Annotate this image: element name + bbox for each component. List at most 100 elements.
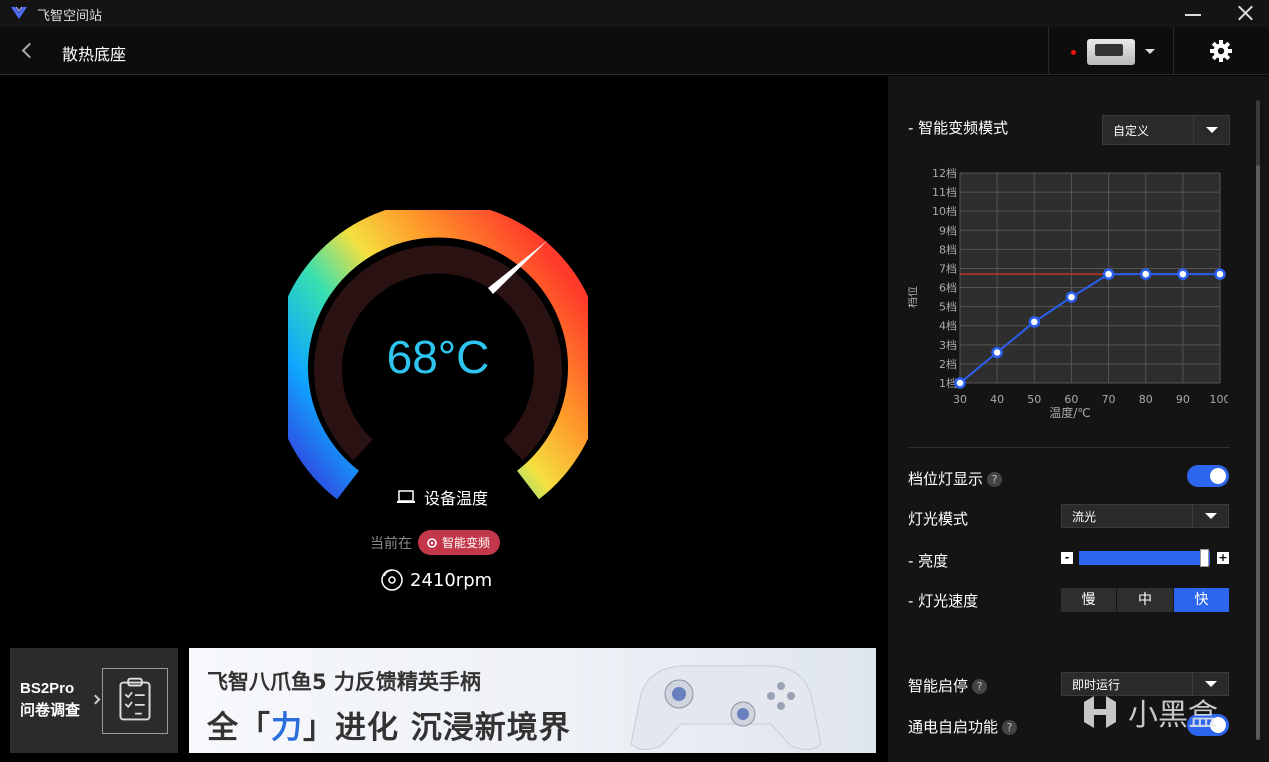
brightness-slider[interactable] <box>1079 551 1210 565</box>
y-tick-label: 7档 <box>939 261 957 275</box>
y-axis-label: 档位 <box>908 286 919 308</box>
survey-banner[interactable]: BS2Pro 问卷调查 <box>10 648 178 753</box>
indicator-light-toggle[interactable] <box>1187 465 1229 487</box>
fan-icon <box>381 569 403 591</box>
gamepad-image <box>630 665 822 750</box>
y-tick-label: 5档 <box>939 300 957 314</box>
light-mode-dropdown[interactable]: 流光 <box>1061 504 1229 528</box>
chevron-down-icon <box>1193 116 1229 144</box>
smart-mode-title: - 智能变频模式 <box>908 119 1009 137</box>
ad-slogan: 全「力」进化 沉浸新境界 <box>207 702 571 747</box>
smart-mode-dropdown[interactable]: 自定义 <box>1102 115 1230 145</box>
panel-scrollbar-thumb[interactable] <box>1256 165 1260 740</box>
curve-point-handle[interactable] <box>1065 291 1078 303</box>
x-tick-label: 80 <box>1139 393 1153 406</box>
clipboard-icon <box>102 668 168 734</box>
light-speed-label: - 灯光速度 <box>908 592 979 610</box>
device-thumbnail-icon <box>1087 39 1135 65</box>
mode-badge: 智能变频 <box>418 530 501 555</box>
speed-fast-button[interactable]: 快 <box>1174 588 1229 612</box>
speed-slow-button[interactable]: 慢 <box>1061 588 1116 612</box>
speed-medium-button[interactable]: 中 <box>1117 588 1173 612</box>
app-title: 飞智空间站 <box>37 9 103 24</box>
help-icon[interactable]: ? <box>972 679 988 694</box>
y-tick-label: 8档 <box>939 242 957 256</box>
current-mode: 当前在 智能变频 <box>370 530 501 555</box>
y-tick-label: 9档 <box>939 223 957 237</box>
close-button[interactable] <box>1232 2 1258 24</box>
indicator-light-label: 档位灯显示? <box>908 468 1003 489</box>
y-tick-label: 12档 <box>932 166 957 180</box>
minimize-button[interactable] <box>1180 2 1206 24</box>
gauge-label-text: 设备温度 <box>424 489 489 508</box>
brightness-slider-handle[interactable] <box>1200 549 1209 567</box>
indicator-light-text: 档位灯显示 <box>908 470 984 488</box>
survey-subtitle: 问卷调查 <box>20 702 81 719</box>
heybox-logo-icon <box>1084 696 1116 728</box>
curve-point-handle[interactable] <box>1214 268 1226 280</box>
app-logo-icon <box>11 6 27 19</box>
ad-slogan-highlight: 力 <box>271 710 303 746</box>
watermark: 小黑盒 <box>1080 690 1218 734</box>
curve-point-handle[interactable] <box>954 377 966 389</box>
y-tick-label: 10档 <box>932 204 957 218</box>
ad-slogan-pre: 全「 <box>207 710 271 746</box>
y-tick-label: 2档 <box>939 357 957 371</box>
smart-start-text: 智能启停 <box>908 677 969 695</box>
x-tick-label: 100 <box>1210 393 1229 406</box>
x-tick-label: 90 <box>1176 393 1190 406</box>
ad-slogan-post: 」进化 沉浸新境界 <box>303 710 571 746</box>
help-icon[interactable]: ? <box>987 472 1003 487</box>
back-button[interactable] <box>14 39 42 63</box>
brightness-increase-button[interactable]: + <box>1217 552 1229 564</box>
page-header: 散热底座 <box>0 27 1269 75</box>
y-tick-label: 3档 <box>939 338 957 352</box>
chevron-right-icon <box>90 694 101 705</box>
x-tick-label: 60 <box>1064 393 1078 406</box>
connection-status-dot <box>1071 50 1076 55</box>
survey-text: BS2Pro 问卷调查 <box>20 678 80 722</box>
gear-icon <box>427 537 437 548</box>
curve-point-handle[interactable] <box>1102 268 1115 280</box>
watermark-text: 小黑盒 <box>1128 698 1218 733</box>
x-tick-label: 50 <box>1027 393 1041 406</box>
x-tick-label: 70 <box>1102 393 1116 406</box>
laptop-icon <box>397 490 415 503</box>
page-title: 散热底座 <box>62 45 127 64</box>
x-tick-label: 40 <box>990 393 1004 406</box>
y-tick-label: 4档 <box>939 319 957 333</box>
ad-title: 飞智八爪鱼5 力反馈精英手柄 <box>207 670 481 694</box>
light-mode-value: 流光 <box>1072 509 1097 524</box>
x-axis-label: 温度/℃ <box>1049 405 1091 420</box>
mode-badge-label: 智能变频 <box>442 536 491 550</box>
temperature-value: 68°C <box>386 331 490 383</box>
mode-prefix: 当前在 <box>370 535 412 552</box>
chevron-down-icon <box>1192 505 1228 527</box>
ad-banner[interactable]: 飞智八爪鱼5 力反馈精英手柄 全「力」进化 沉浸新境界 <box>189 648 876 753</box>
title-bar: 飞智空间站 <box>0 0 1269 27</box>
smart-start-label: 智能启停? <box>908 675 988 696</box>
survey-title: BS2Pro <box>20 680 75 697</box>
curve-point-handle[interactable] <box>1177 268 1189 280</box>
y-tick-label: 6档 <box>939 281 957 295</box>
light-mode-label: 灯光模式 <box>908 510 969 528</box>
help-icon[interactable]: ? <box>1002 720 1018 735</box>
curve-point-handle[interactable] <box>991 346 1003 359</box>
brightness-decrease-button[interactable]: - <box>1061 552 1073 564</box>
device-selector[interactable] <box>1048 27 1174 74</box>
fan-rpm-value: 2410rpm <box>410 569 493 591</box>
curve-point-handle[interactable] <box>1139 268 1152 280</box>
section-divider <box>908 447 1230 448</box>
fan-curve-chart[interactable]: 1档2档3档4档5档6档7档8档9档10档11档12档30 40 50 60 70 80 9… <box>908 163 1228 423</box>
power-on-text: 通电自启功能 <box>908 718 999 736</box>
brightness-label: - 亮度 <box>908 552 949 570</box>
y-tick-label: 11档 <box>932 185 957 199</box>
power-on-label: 通电自启功能? <box>908 716 1018 737</box>
smart-mode-value: 自定义 <box>1113 123 1150 138</box>
chevron-down-icon <box>1145 49 1155 54</box>
x-tick-label: 30 <box>953 393 967 406</box>
curve-point-handle[interactable] <box>1028 316 1041 328</box>
gauge-label: 设备温度 <box>396 485 488 509</box>
fan-speed: 2410rpm <box>380 568 492 592</box>
gear-icon[interactable] <box>1205 36 1237 66</box>
